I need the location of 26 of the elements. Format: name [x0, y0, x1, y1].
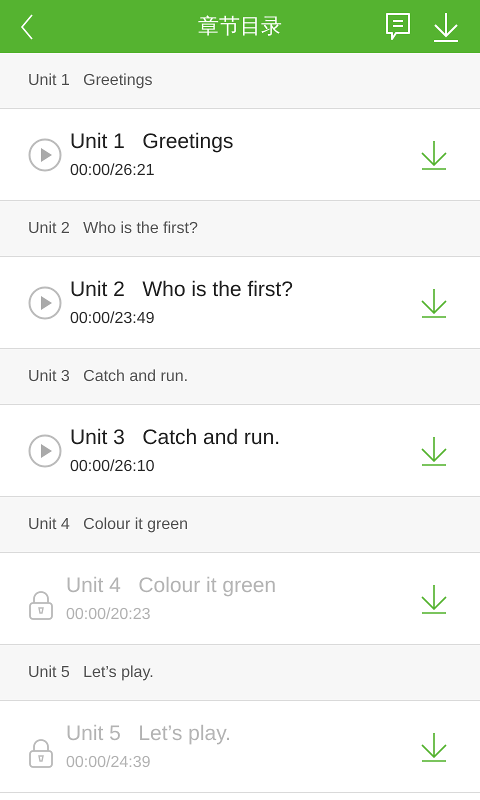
lesson-duration: 00:00/23:49: [70, 308, 156, 328]
page-title: 章节目录: [198, 14, 282, 40]
section-heading: Unit 5 Let’s play.: [28, 662, 154, 682]
download-icon[interactable]: [420, 286, 448, 318]
play-icon[interactable]: [28, 138, 62, 172]
lesson-duration: 00:00/26:10: [70, 456, 156, 476]
section-heading: Unit 2 Who is the first?: [28, 218, 198, 238]
download-icon[interactable]: [420, 434, 448, 466]
download-icon[interactable]: [420, 582, 448, 614]
lesson-title: Unit 4 Colour it green: [66, 572, 276, 598]
section-heading: Unit 3 Catch and run.: [28, 366, 188, 386]
download-icon[interactable]: [420, 730, 448, 762]
play-icon[interactable]: [28, 286, 62, 320]
lesson-duration: 00:00/26:21: [70, 160, 156, 180]
lesson-title: Unit 1 Greetings: [70, 128, 234, 154]
play-icon[interactable]: [28, 434, 62, 468]
lesson-title: Unit 5 Let’s play.: [66, 720, 231, 746]
message-list-icon[interactable]: [384, 10, 412, 42]
back-icon[interactable]: [20, 14, 34, 40]
section-heading: Unit 1 Greetings: [28, 70, 152, 90]
lesson-title: Unit 3 Catch and run.: [70, 424, 280, 450]
lesson-duration: 00:00/20:23: [66, 604, 152, 624]
lesson-title: Unit 2 Who is the first?: [70, 276, 293, 302]
section-heading: Unit 4 Colour it green: [28, 514, 188, 534]
download-icon[interactable]: [420, 138, 448, 170]
lesson-duration: 00:00/24:39: [66, 752, 152, 772]
